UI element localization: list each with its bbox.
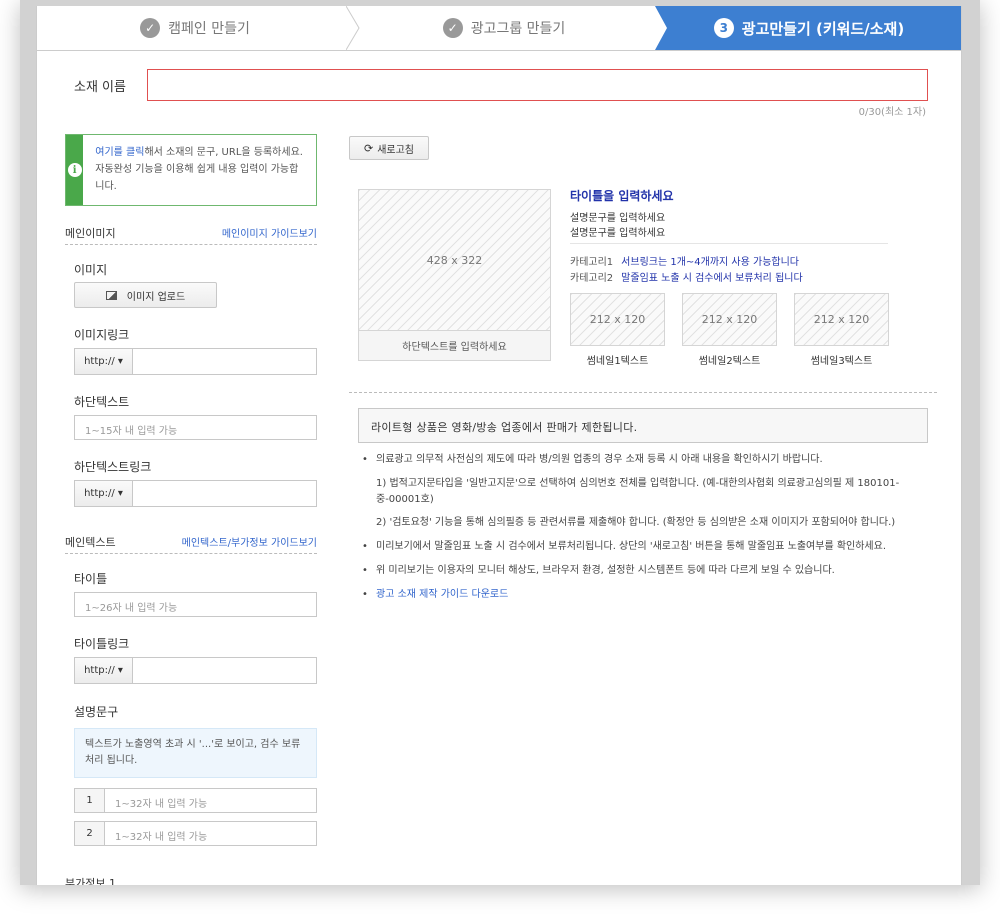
creative-name-counter: 0/30(최소 1자) (858, 107, 926, 118)
thumbnail-1: 212 x 120 (570, 293, 665, 346)
restriction-warning: 라이트형 상품은 영화/방송 업종에서 판매가 제한됩니다. (358, 408, 928, 443)
bottom-text-input[interactable]: 1~15자 내 입력 가능 (74, 415, 317, 440)
info-icon: i (67, 163, 82, 177)
description-label: 설명문구 (74, 705, 119, 719)
image-link-row: http:// ▾ (74, 348, 317, 375)
extra-info-label: 부가정보 1 (65, 877, 116, 885)
thumbnail-3: 212 x 120 (794, 293, 889, 346)
preview-description-1: 설명문구를 입력하세요 (570, 213, 666, 224)
image-upload-label: 이미지 업로드 (126, 291, 186, 303)
title-label: 타이틀 (74, 572, 108, 586)
thumbnail-1-caption: 썸네일1텍스트 (586, 356, 649, 367)
category-2-value: 말줄임표 노출 시 검수에서 보류처리 됩니다 (621, 273, 803, 284)
bottom-text-link-input[interactable] (133, 480, 317, 507)
ad-creation-panel: ✓ 캠페인 만들기 ✓ 광고그룹 만들기 3 광고만들기 (키워드/소재) 소재… (36, 6, 962, 885)
main-image-caption: 하단텍스트를 입력하세요 (358, 331, 551, 361)
image-link-label: 이미지링크 (74, 328, 130, 342)
notice-item-guide: 광고 소재 제작 가이드 다운로드 (362, 587, 922, 603)
bottom-text-label: 하단텍스트 (74, 395, 130, 409)
title-link-row: http:// ▾ (74, 657, 317, 684)
bottom-text-link-label: 하단텍스트링크 (74, 460, 152, 474)
step-adgroup[interactable]: ✓ 광고그룹 만들기 (353, 6, 655, 50)
step-campaign[interactable]: ✓ 캠페인 만들기 (37, 6, 353, 50)
refresh-label: 새로고침 (377, 144, 415, 156)
check-icon: ✓ (140, 18, 161, 38)
title-link-input[interactable] (133, 657, 317, 684)
main-text-header: 메인텍스트 메인텍스트/부가정보 가이드보기 (65, 534, 317, 554)
thumbnail-2-caption: 썸네일2텍스트 (698, 356, 761, 367)
refresh-button[interactable]: ⟳ 새로고침 (349, 136, 429, 160)
step-campaign-label: 캠페인 만들기 (168, 21, 250, 37)
image-label: 이미지 (74, 263, 108, 277)
creative-name-input[interactable] (147, 69, 928, 101)
description-row-number: 1 (75, 789, 105, 812)
info-icon-bar: i (66, 135, 84, 205)
refresh-icon: ⟳ (363, 141, 374, 155)
preview-divider (570, 243, 888, 244)
notice-item-medical: 의료광고 의무적 사전심의 제도에 따라 병/의원 업종의 경우 소재 등록 시… (362, 452, 922, 468)
step-navigation: ✓ 캠페인 만들기 ✓ 광고그룹 만들기 3 광고만들기 (키워드/소재) (37, 6, 961, 51)
title-input[interactable]: 1~26자 내 입력 가능 (74, 592, 317, 617)
bottom-text-link-row: http:// ▾ (74, 480, 317, 507)
notice-subitem-1: 1) 법적고지문타입을 '일반고지문'으로 선택하여 심의번호 전체를 입력합니… (376, 478, 900, 505)
preview-category-2: 카테고리2 말줄임표 노출 시 검수에서 보류처리 됩니다 (570, 269, 803, 284)
guide-download-link[interactable]: 광고 소재 제작 가이드 다운로드 (376, 589, 508, 600)
notice-item-display: 위 미리보기는 이용자의 모니터 해상도, 브라우저 환경, 설정한 시스템폰트… (362, 563, 922, 579)
thumbnail-3-caption: 썸네일3텍스트 (810, 356, 873, 367)
description-row-2[interactable]: 2 1~32자 내 입력 가능 (74, 821, 317, 846)
step-ad-current[interactable]: 3 광고만들기 (키워드/소재) (655, 6, 961, 50)
description-note: 텍스트가 노출영역 초과 시 '...'로 보이고, 검수 보류 처리 됩니다. (74, 728, 317, 778)
creative-name-label: 소재 이름 (74, 80, 126, 95)
bottom-text-link-protocol-select[interactable]: http:// ▾ (74, 480, 133, 507)
image-link-protocol-select[interactable]: http:// ▾ (74, 348, 133, 375)
check-icon: ✓ (442, 18, 463, 38)
description-row-1[interactable]: 1 1~32자 내 입력 가능 (74, 788, 317, 813)
step-adgroup-label: 광고그룹 만들기 (470, 21, 566, 37)
preview-category-1: 카테고리1 서브링크는 1개~4개까지 사용 가능합니다 (570, 253, 799, 268)
description-input-2[interactable]: 1~32자 내 입력 가능 (105, 822, 316, 845)
main-image-header: 메인이미지 메인이미지 가이드보기 (65, 225, 317, 245)
info-text: 여기를 클릭해서 소재의 문구, URL을 등록하세요. 자동완성 기능을 이용… (83, 135, 316, 205)
thumbnail-2: 212 x 120 (682, 293, 777, 346)
preview-divider-dashed (349, 392, 937, 393)
notice-item-ellipsis: 미리보기에서 말줄임표 노출 시 검수에서 보류처리됩니다. 상단의 '새로고침… (362, 539, 922, 555)
main-text-guide-link[interactable]: 메인텍스트/부가정보 가이드보기 (182, 534, 317, 549)
main-image-preview: 428 x 322 (358, 189, 551, 331)
description-row-number: 2 (75, 822, 105, 845)
title-link-label: 타이틀링크 (74, 637, 130, 651)
title-link-protocol-select[interactable]: http:// ▾ (74, 657, 133, 684)
category-1-label: 카테고리1 (570, 257, 614, 268)
info-click-link[interactable]: 여기를 클릭 (95, 147, 144, 158)
step-number-badge: 3 (713, 18, 734, 38)
preview-description-2: 설명문구를 입력하세요 (570, 228, 666, 239)
preview-title: 타이틀을 입력하세요 (570, 189, 674, 203)
image-link-input[interactable] (133, 348, 317, 375)
image-upload-button[interactable]: 이미지 업로드 (74, 282, 217, 308)
step-ad-label: 광고만들기 (키워드/소재) (741, 19, 905, 38)
notice-subitem-2: 2) '검토요청' 기능을 통해 심의필증 등 관련서류를 제출해야 합니다. … (376, 517, 896, 528)
category-2-label: 카테고리2 (570, 273, 614, 284)
main-text-title: 메인텍스트 (65, 536, 116, 549)
category-1-value: 서브링크는 1개~4개까지 사용 가능합니다 (621, 257, 800, 268)
info-box: i 여기를 클릭해서 소재의 문구, URL을 등록하세요. 자동완성 기능을 … (65, 134, 317, 206)
description-input-1[interactable]: 1~32자 내 입력 가능 (105, 789, 316, 812)
main-image-guide-link[interactable]: 메인이미지 가이드보기 (222, 225, 317, 240)
main-image-title: 메인이미지 (65, 227, 116, 240)
picture-icon (105, 290, 117, 300)
